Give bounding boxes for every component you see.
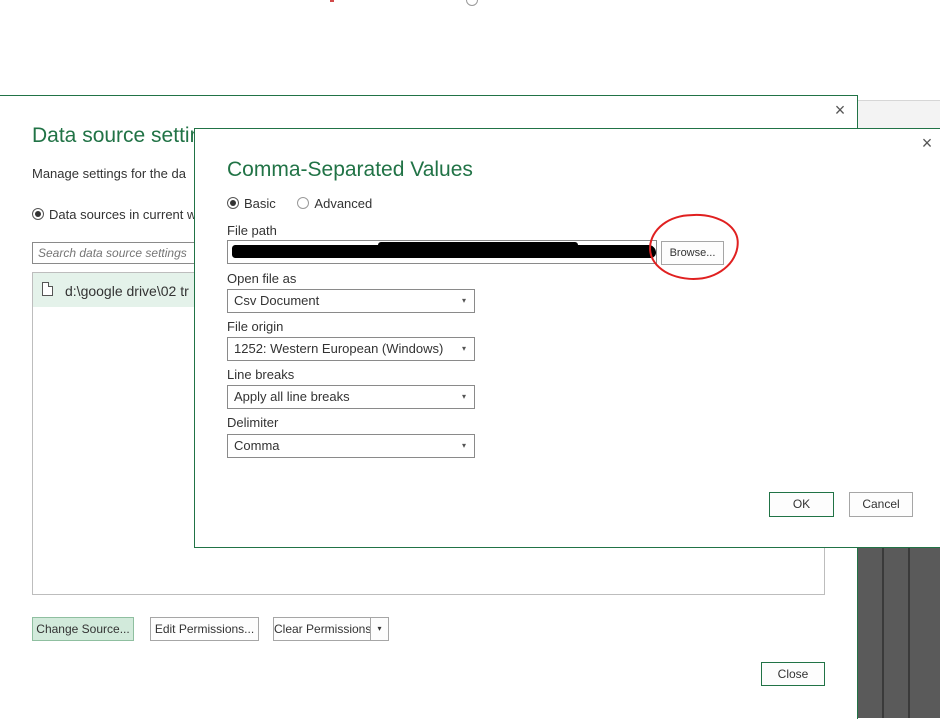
scope-radio-label: Data sources in current wo xyxy=(49,207,204,222)
dialog-title: Data source settin xyxy=(32,124,202,147)
chevron-down-icon: ▾ xyxy=(461,392,466,401)
radio-unselected-icon[interactable] xyxy=(297,197,310,209)
dialog-description: Manage settings for the da xyxy=(32,166,186,181)
list-item-text: d:\google drive\02 tr xyxy=(65,283,189,299)
line-breaks-value: Apply all line breaks xyxy=(234,389,350,404)
dialog-title: Comma-Separated Values xyxy=(227,158,473,181)
chevron-down-icon[interactable]: ▾ xyxy=(370,617,389,641)
close-icon[interactable]: × xyxy=(830,100,850,120)
background-ribbon xyxy=(858,100,940,130)
mode-radio-group: Basic Advanced xyxy=(227,196,390,211)
line-breaks-select[interactable]: Apply all line breaks ▾ xyxy=(227,385,475,409)
open-file-as-value: Csv Document xyxy=(234,293,320,308)
delimiter-select[interactable]: Comma ▾ xyxy=(227,434,475,458)
open-file-as-label: Open file as xyxy=(227,271,297,286)
scope-radio-current-workbook[interactable]: Data sources in current wo xyxy=(32,207,204,222)
file-origin-label: File origin xyxy=(227,319,284,334)
open-file-as-select[interactable]: Csv Document ▾ xyxy=(227,289,475,313)
radio-selected-icon[interactable] xyxy=(227,197,239,209)
ok-button[interactable]: OK xyxy=(769,492,834,517)
search-input[interactable] xyxy=(32,242,202,264)
resize-handle xyxy=(466,0,478,6)
cancel-button[interactable]: Cancel xyxy=(849,492,913,517)
browse-button[interactable]: Browse... xyxy=(661,241,724,265)
file-path-input[interactable] xyxy=(227,240,657,264)
chevron-down-icon: ▾ xyxy=(461,441,466,450)
redaction-mark xyxy=(378,242,578,248)
radio-basic[interactable]: Basic xyxy=(227,196,276,211)
change-source-button[interactable]: Change Source... xyxy=(32,617,134,641)
edit-permissions-button[interactable]: Edit Permissions... xyxy=(150,617,259,641)
delimiter-value: Comma xyxy=(234,438,280,453)
line-breaks-label: Line breaks xyxy=(227,367,295,382)
chevron-down-icon: ▾ xyxy=(461,296,466,305)
close-icon[interactable]: × xyxy=(917,133,937,153)
file-origin-select[interactable]: 1252: Western European (Windows) ▾ xyxy=(227,337,475,361)
radio-advanced-label: Advanced xyxy=(314,196,373,211)
radio-advanced[interactable]: Advanced xyxy=(297,196,372,211)
chevron-down-icon: ▾ xyxy=(461,344,466,353)
document-icon xyxy=(42,282,53,296)
delimiter-label: Delimiter xyxy=(227,415,279,430)
file-origin-value: 1252: Western European (Windows) xyxy=(234,341,444,356)
background-fragment xyxy=(330,0,334,2)
close-button[interactable]: Close xyxy=(761,662,825,686)
radio-selected-icon[interactable] xyxy=(32,208,44,220)
radio-basic-label: Basic xyxy=(244,196,276,211)
background-sheet-area xyxy=(858,548,940,718)
clear-permissions-button[interactable]: Clear Permissions xyxy=(273,617,371,641)
file-path-label: File path xyxy=(227,223,277,238)
